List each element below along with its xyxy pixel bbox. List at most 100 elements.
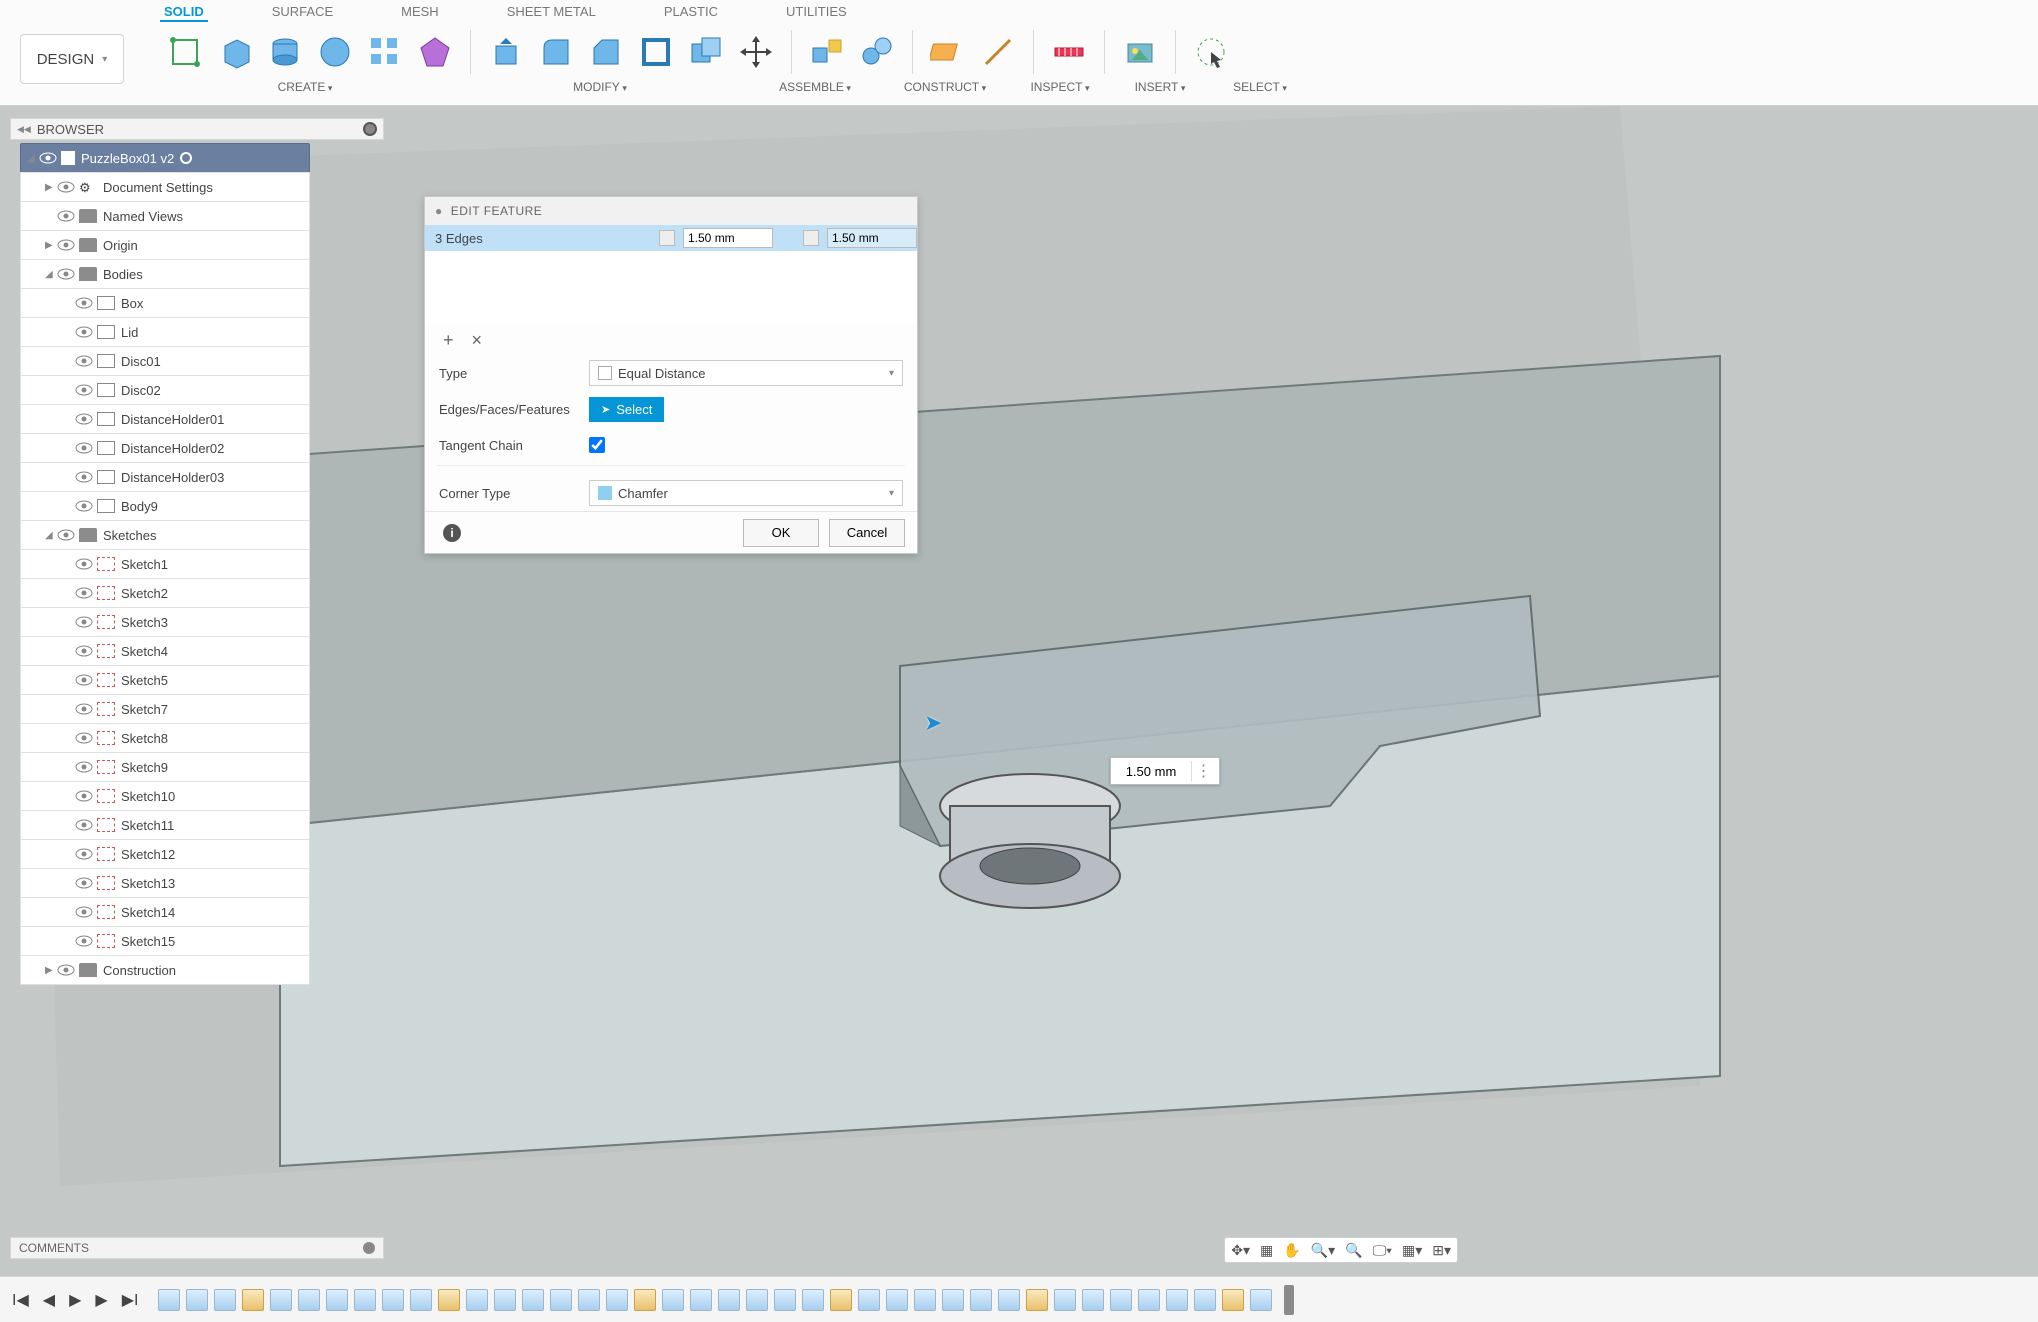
eye-icon[interactable] <box>75 761 93 773</box>
timeline-step[interactable] <box>830 1289 852 1311</box>
tree-item[interactable]: Named Views <box>20 201 310 231</box>
construct-plane-icon[interactable] <box>923 27 973 77</box>
timeline-step[interactable] <box>354 1289 376 1311</box>
pattern-icon[interactable] <box>360 27 410 77</box>
eye-icon[interactable] <box>75 790 93 802</box>
timeline-step[interactable] <box>606 1289 628 1311</box>
eye-icon[interactable] <box>75 645 93 657</box>
timeline-step[interactable] <box>942 1289 964 1311</box>
cylinder-icon[interactable] <box>260 27 310 77</box>
tree-item[interactable]: Sketch14 <box>20 897 310 927</box>
shell-icon[interactable] <box>631 27 681 77</box>
timeline-step[interactable] <box>802 1289 824 1311</box>
tab-sheet-metal[interactable]: SHEET METAL <box>503 0 600 22</box>
browser-settings-icon[interactable] <box>363 122 377 136</box>
tree-item[interactable]: Sketch4 <box>20 636 310 666</box>
eye-icon[interactable] <box>75 500 93 512</box>
timeline-step[interactable] <box>1250 1289 1272 1311</box>
timeline-step[interactable] <box>270 1289 292 1311</box>
timeline-step[interactable] <box>214 1289 236 1311</box>
dialog-title[interactable]: EDIT FEATURE <box>425 197 917 225</box>
joint-icon[interactable] <box>852 27 902 77</box>
eye-icon[interactable] <box>57 239 75 251</box>
tree-item[interactable]: Sketch2 <box>20 578 310 608</box>
presspull-icon[interactable] <box>481 27 531 77</box>
box-icon[interactable] <box>210 27 260 77</box>
timeline-step[interactable] <box>858 1289 880 1311</box>
eye-icon[interactable] <box>75 384 93 396</box>
eye-icon[interactable] <box>57 268 75 280</box>
timeline-step[interactable] <box>1222 1289 1244 1311</box>
timeline-step[interactable] <box>718 1289 740 1311</box>
add-selection-button[interactable]: + <box>443 330 454 351</box>
tangent-checkbox[interactable] <box>589 437 605 453</box>
tree-item[interactable]: DistanceHolder01 <box>20 404 310 434</box>
eye-icon[interactable] <box>75 674 93 686</box>
tree-item[interactable]: Sketch11 <box>20 810 310 840</box>
selection-row[interactable]: 3 Edges <box>425 225 917 251</box>
timeline-step[interactable] <box>690 1289 712 1311</box>
viewports-icon[interactable]: ⊞▾ <box>1432 1242 1451 1259</box>
workspace-switcher[interactable]: DESIGN <box>20 34 124 84</box>
form-icon[interactable] <box>410 27 460 77</box>
tree-item[interactable]: ▶Origin <box>20 230 310 260</box>
timeline-play[interactable]: ▶ <box>69 1290 81 1310</box>
tree-item[interactable]: DistanceHolder03 <box>20 462 310 492</box>
timeline-step[interactable] <box>410 1289 432 1311</box>
tab-plastic[interactable]: PLASTIC <box>660 0 722 22</box>
tree-item[interactable]: ◢Sketches <box>20 520 310 550</box>
eye-icon[interactable] <box>75 442 93 454</box>
eye-icon[interactable] <box>75 355 93 367</box>
fillet-icon[interactable] <box>531 27 581 77</box>
timeline-step[interactable] <box>298 1289 320 1311</box>
timeline-step[interactable] <box>438 1289 460 1311</box>
timeline-step[interactable] <box>186 1289 208 1311</box>
timeline-step[interactable] <box>1166 1289 1188 1311</box>
timeline-step[interactable] <box>886 1289 908 1311</box>
timeline-step[interactable] <box>1110 1289 1132 1311</box>
comments-settings-icon[interactable] <box>363 1242 375 1254</box>
info-icon[interactable]: i <box>443 524 461 542</box>
tree-item[interactable]: DistanceHolder02 <box>20 433 310 463</box>
eye-icon[interactable] <box>75 616 93 628</box>
eye-icon[interactable] <box>75 471 93 483</box>
eye-icon[interactable] <box>57 181 75 193</box>
timeline-track[interactable] <box>158 1285 1294 1315</box>
select-icon[interactable] <box>1186 27 1236 77</box>
eye-icon[interactable] <box>57 964 75 976</box>
tree-item[interactable]: Sketch3 <box>20 607 310 637</box>
construct-axis-icon[interactable] <box>973 27 1023 77</box>
orbit-icon[interactable]: ✥▾ <box>1231 1242 1250 1259</box>
eye-icon[interactable] <box>75 906 93 918</box>
timeline-step[interactable] <box>1138 1289 1160 1311</box>
tab-utilities[interactable]: UTILITIES <box>782 0 851 22</box>
tree-item[interactable]: Box <box>20 288 310 318</box>
eye-icon[interactable] <box>39 152 57 164</box>
timeline-step[interactable] <box>1194 1289 1216 1311</box>
tab-surface[interactable]: SURFACE <box>268 0 337 22</box>
timeline-end[interactable]: ▶I <box>122 1290 139 1310</box>
distance2-input[interactable] <box>827 228 917 248</box>
tree-item[interactable]: Disc01 <box>20 346 310 376</box>
distance1-input[interactable] <box>683 228 773 248</box>
timeline-marker[interactable] <box>1284 1285 1294 1315</box>
eye-icon[interactable] <box>75 848 93 860</box>
timeline-step[interactable] <box>998 1289 1020 1311</box>
tree-item[interactable]: Sketch8 <box>20 723 310 753</box>
tree-item[interactable]: Sketch12 <box>20 839 310 869</box>
browser-header[interactable]: BROWSER <box>10 118 384 140</box>
grid-icon[interactable]: ▦▾ <box>1402 1242 1422 1259</box>
eye-icon[interactable] <box>75 935 93 947</box>
timeline-step[interactable] <box>914 1289 936 1311</box>
timeline-start[interactable]: I◀ <box>12 1290 29 1310</box>
tree-item[interactable]: Sketch9 <box>20 752 310 782</box>
timeline-step[interactable] <box>1082 1289 1104 1311</box>
eye-icon[interactable] <box>75 326 93 338</box>
comments-bar[interactable]: COMMENTS <box>10 1237 384 1259</box>
timeline-step[interactable] <box>662 1289 684 1311</box>
tree-item[interactable]: ▶⚙Document Settings <box>20 172 310 202</box>
timeline-step[interactable] <box>578 1289 600 1311</box>
eye-icon[interactable] <box>75 703 93 715</box>
tree-item[interactable]: ▶Construction <box>20 955 310 985</box>
group-modify[interactable]: MODIFY <box>450 80 750 100</box>
